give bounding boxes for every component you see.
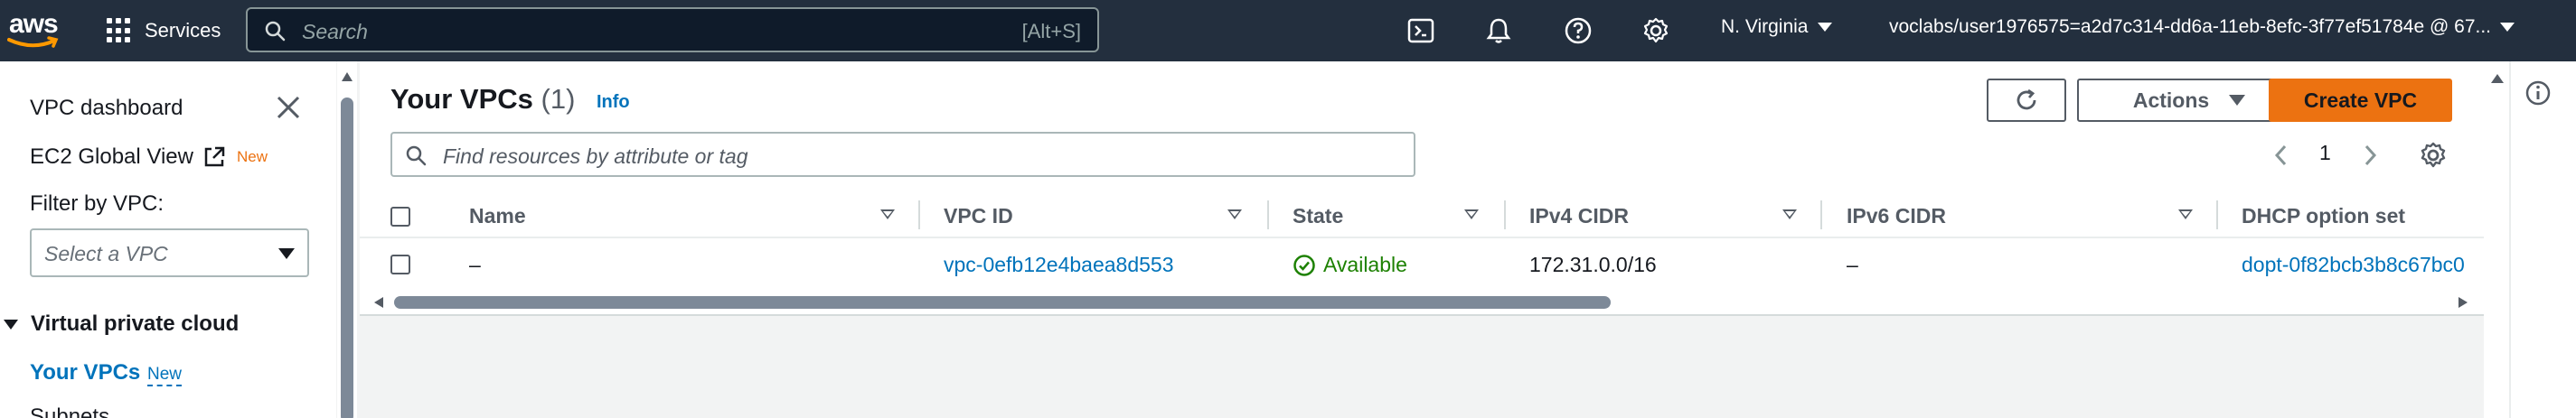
cell-ipv4-cidr: 172.31.0.0/16 xyxy=(1529,253,1657,276)
page-title: Your VPCs (1) xyxy=(390,83,575,116)
account-label: voclabs/user1976575=a2d7c314-dd6a-11eb-8… xyxy=(1889,16,2492,37)
vpc-filter-select[interactable]: Select a VPC xyxy=(30,228,309,277)
sort-icon[interactable] xyxy=(2178,209,2193,219)
column-header-name[interactable]: Name xyxy=(469,204,526,228)
column-divider[interactable] xyxy=(1267,200,1269,229)
settings-gear-icon[interactable] xyxy=(1641,16,1670,45)
column-header-ipv4-cidr[interactable]: IPv4 CIDR xyxy=(1529,204,1629,228)
table-header xyxy=(360,193,2484,238)
column-header-vpc-id[interactable]: VPC ID xyxy=(944,204,1013,228)
sidebar-item-ec2-global-view[interactable]: EC2 Global View New xyxy=(30,144,268,170)
column-header-ipv6-cidr[interactable]: IPv6 CIDR xyxy=(1847,204,1946,228)
region-label: N. Virginia xyxy=(1721,16,1809,37)
services-menu-button[interactable]: Services xyxy=(107,13,221,49)
caret-down-icon xyxy=(278,248,295,259)
sort-icon[interactable] xyxy=(1227,209,1242,219)
region-selector[interactable]: N. Virginia xyxy=(1721,16,1832,38)
caret-down-icon xyxy=(2229,95,2246,106)
top-navigation: aws Services Search [Alt+S] N. Virginia … xyxy=(0,0,2576,61)
column-divider[interactable] xyxy=(1820,200,1822,229)
cell-dhcp-option-set-link[interactable]: dopt-0f82bcb3b8c67bc0 xyxy=(2242,253,2477,277)
state-label: Available xyxy=(1323,253,1407,276)
column-header-dhcp-option-set[interactable]: DHCP option set xyxy=(2242,204,2405,228)
resource-filter-input[interactable]: Find resources by attribute or tag xyxy=(390,132,1415,177)
table-horizontal-scrollbar[interactable] xyxy=(372,294,2475,311)
create-vpc-button[interactable]: Create VPC xyxy=(2269,79,2452,122)
column-divider[interactable] xyxy=(2216,200,2218,229)
sidebar-item-label: EC2 Global View xyxy=(30,144,193,169)
services-label: Services xyxy=(145,19,221,42)
aws-logo[interactable]: aws xyxy=(7,9,61,52)
scroll-left-icon[interactable] xyxy=(374,297,383,308)
notifications-bell-icon[interactable] xyxy=(1484,16,1513,45)
sort-icon[interactable] xyxy=(1464,209,1479,219)
table-preferences-gear-icon[interactable] xyxy=(2419,141,2448,170)
pagination: 1 xyxy=(2272,139,2381,172)
info-icon[interactable] xyxy=(2524,79,2552,107)
section-title: Virtual private cloud xyxy=(31,311,240,336)
cloudshell-icon[interactable] xyxy=(1406,16,1435,45)
sidebar-item-subnets[interactable]: Subnets xyxy=(30,404,109,418)
sort-icon[interactable] xyxy=(880,209,895,219)
cell-name: – xyxy=(469,253,481,276)
create-vpc-label: Create VPC xyxy=(2303,88,2418,112)
account-menu[interactable]: voclabs/user1976575=a2d7c314-dd6a-11eb-8… xyxy=(1889,16,2515,38)
vpc-count: (1) xyxy=(541,83,576,115)
page-number[interactable]: 1 xyxy=(2319,141,2331,165)
scrollbar-thumb[interactable] xyxy=(341,98,353,418)
scroll-up-icon[interactable] xyxy=(342,72,353,81)
caret-down-icon xyxy=(4,319,18,330)
aws-smile-icon xyxy=(7,36,59,48)
cell-state: Available xyxy=(1293,253,1407,277)
scroll-right-icon[interactable] xyxy=(2458,297,2468,308)
actions-label: Actions xyxy=(2132,88,2210,112)
filter-placeholder: Find resources by attribute or tag xyxy=(443,144,748,168)
chevron-right-icon[interactable] xyxy=(2361,143,2379,168)
search-icon xyxy=(265,21,286,42)
filter-by-vpc-label: Filter by VPC: xyxy=(30,191,165,216)
caret-down-icon xyxy=(2500,23,2515,32)
aws-logo-text: aws xyxy=(9,9,59,39)
grid-icon xyxy=(107,18,132,43)
caret-down-icon xyxy=(1817,23,1832,32)
select-placeholder: Select a VPC xyxy=(44,242,168,265)
select-all-checkbox[interactable] xyxy=(390,207,410,227)
cell-ipv6-cidr: – xyxy=(1847,253,1858,276)
refresh-button[interactable] xyxy=(1987,79,2066,122)
page-scrollbar[interactable] xyxy=(2484,61,2509,418)
cell-vpc-id-link[interactable]: vpc-0efb12e4baea8d553 xyxy=(944,253,1174,277)
new-badge: New xyxy=(236,148,268,165)
sidebar-item-vpc-dashboard[interactable]: VPC dashboard xyxy=(30,96,183,121)
scroll-up-icon[interactable] xyxy=(2491,74,2504,83)
external-link-icon xyxy=(204,146,225,167)
help-panel-rail xyxy=(2509,61,2576,418)
close-icon[interactable] xyxy=(275,94,302,121)
sidebar-scrollbar[interactable] xyxy=(337,61,357,418)
check-circle-icon xyxy=(1293,254,1315,276)
section-toggle-virtual-private-cloud[interactable]: Virtual private cloud xyxy=(0,311,239,337)
row-checkbox[interactable] xyxy=(390,255,410,274)
info-link[interactable]: Info xyxy=(597,92,630,113)
global-search-input[interactable]: Search [Alt+S] xyxy=(246,7,1099,52)
column-header-state[interactable]: State xyxy=(1293,204,1343,228)
scrollbar-thumb[interactable] xyxy=(394,296,1611,309)
column-divider[interactable] xyxy=(1504,200,1506,229)
column-divider[interactable] xyxy=(918,200,920,229)
new-badge: New xyxy=(147,365,183,386)
sidebar-item-your-vpcs[interactable]: Your VPCs xyxy=(30,360,140,385)
help-icon[interactable] xyxy=(1564,16,1593,45)
refresh-icon xyxy=(2017,88,2036,110)
actions-button[interactable]: Actions xyxy=(2077,79,2301,122)
search-icon xyxy=(406,145,427,166)
search-placeholder: Search xyxy=(302,20,368,43)
search-shortcut: [Alt+S] xyxy=(1021,20,1081,42)
chevron-left-icon[interactable] xyxy=(2272,143,2290,168)
sort-icon[interactable] xyxy=(1782,209,1797,219)
title-text: Your VPCs xyxy=(390,83,533,115)
